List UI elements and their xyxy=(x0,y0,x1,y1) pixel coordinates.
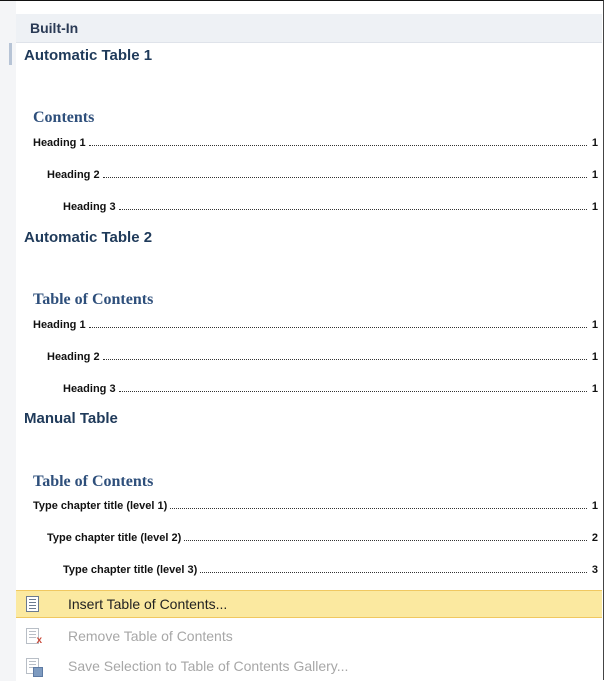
toc-entry-label: Type chapter title (level 1) xyxy=(33,500,168,512)
toc-entry-label: Type chapter title (level 3) xyxy=(63,564,198,576)
toc-preview-entry: Heading 1 1 xyxy=(33,315,598,331)
toc-entry-label: Type chapter title (level 2) xyxy=(47,532,182,544)
strip-marker xyxy=(9,43,12,65)
toc-entry-page: 3 xyxy=(591,564,598,576)
toc-entry-label: Heading 1 xyxy=(33,137,86,149)
toc-preview-entry: Type chapter title (level 3) 3 xyxy=(33,560,598,576)
toc-entry-label: Heading 2 xyxy=(47,351,100,363)
dot-leader xyxy=(170,508,587,509)
section-header-label: Built-In xyxy=(30,20,79,36)
toc-entry-page: 1 xyxy=(591,137,598,149)
insert-toc-icon xyxy=(24,596,40,612)
toc-entry-page: 1 xyxy=(591,201,598,213)
dot-leader xyxy=(200,572,587,573)
gallery-item-title: Automatic Table 1 xyxy=(24,47,153,64)
toc-preview-entry: Type chapter title (level 2) 2 xyxy=(33,528,598,544)
toc-dropdown-panel: Built-In Automatic Table 1 Contents Head… xyxy=(0,0,604,681)
dot-leader xyxy=(118,391,587,392)
section-header: Built-In xyxy=(16,14,602,43)
toc-entry-page: 1 xyxy=(591,500,598,512)
toc-entry-page: 1 xyxy=(591,351,598,363)
toc-entry-page: 1 xyxy=(591,383,598,395)
dot-leader xyxy=(88,327,587,328)
dot-leader xyxy=(184,540,587,541)
toc-preview-entry: Heading 3 1 xyxy=(33,197,598,213)
toc-preview-entry: Heading 1 1 xyxy=(33,133,598,149)
toc-entry-label: Heading 2 xyxy=(47,169,100,181)
toc-preview-heading: Table of Contents xyxy=(33,291,154,308)
save-selection-label: Save Selection to Table of Contents Gall… xyxy=(68,658,349,674)
dot-leader xyxy=(102,177,587,178)
remove-toc-menu-item[interactable]: x Remove Table of Contents xyxy=(16,622,602,650)
toc-entry-page: 2 xyxy=(591,532,598,544)
toc-entry-label: Heading 1 xyxy=(33,319,86,331)
save-selection-menu-item[interactable]: Save Selection to Table of Contents Gall… xyxy=(16,652,602,680)
toc-entry-label: Heading 3 xyxy=(63,383,116,395)
gallery-item-title: Automatic Table 2 xyxy=(24,229,153,246)
toc-entry-page: 1 xyxy=(591,169,598,181)
insert-toc-label: Insert Table of Contents... xyxy=(68,596,228,612)
remove-toc-label: Remove Table of Contents xyxy=(68,628,233,644)
insert-toc-menu-item[interactable]: Insert Table of Contents... xyxy=(16,590,602,618)
toc-entry-page: 1 xyxy=(591,319,598,331)
left-strip xyxy=(0,1,16,681)
toc-preview-entry: Heading 2 1 xyxy=(33,165,598,181)
dot-leader xyxy=(102,359,587,360)
dot-leader xyxy=(118,209,587,210)
toc-preview-heading: Table of Contents xyxy=(33,473,154,490)
toc-entry-label: Heading 3 xyxy=(63,201,116,213)
save-selection-icon xyxy=(24,658,43,677)
remove-toc-icon: x xyxy=(24,628,42,646)
toc-preview-heading: Contents xyxy=(33,109,95,126)
toc-preview-entry: Heading 3 1 xyxy=(33,379,598,395)
toc-preview-entry: Type chapter title (level 1) 1 xyxy=(33,496,598,512)
toc-preview-entry: Heading 2 1 xyxy=(33,347,598,363)
gallery-item-title: Manual Table xyxy=(24,410,118,427)
dot-leader xyxy=(88,145,587,146)
